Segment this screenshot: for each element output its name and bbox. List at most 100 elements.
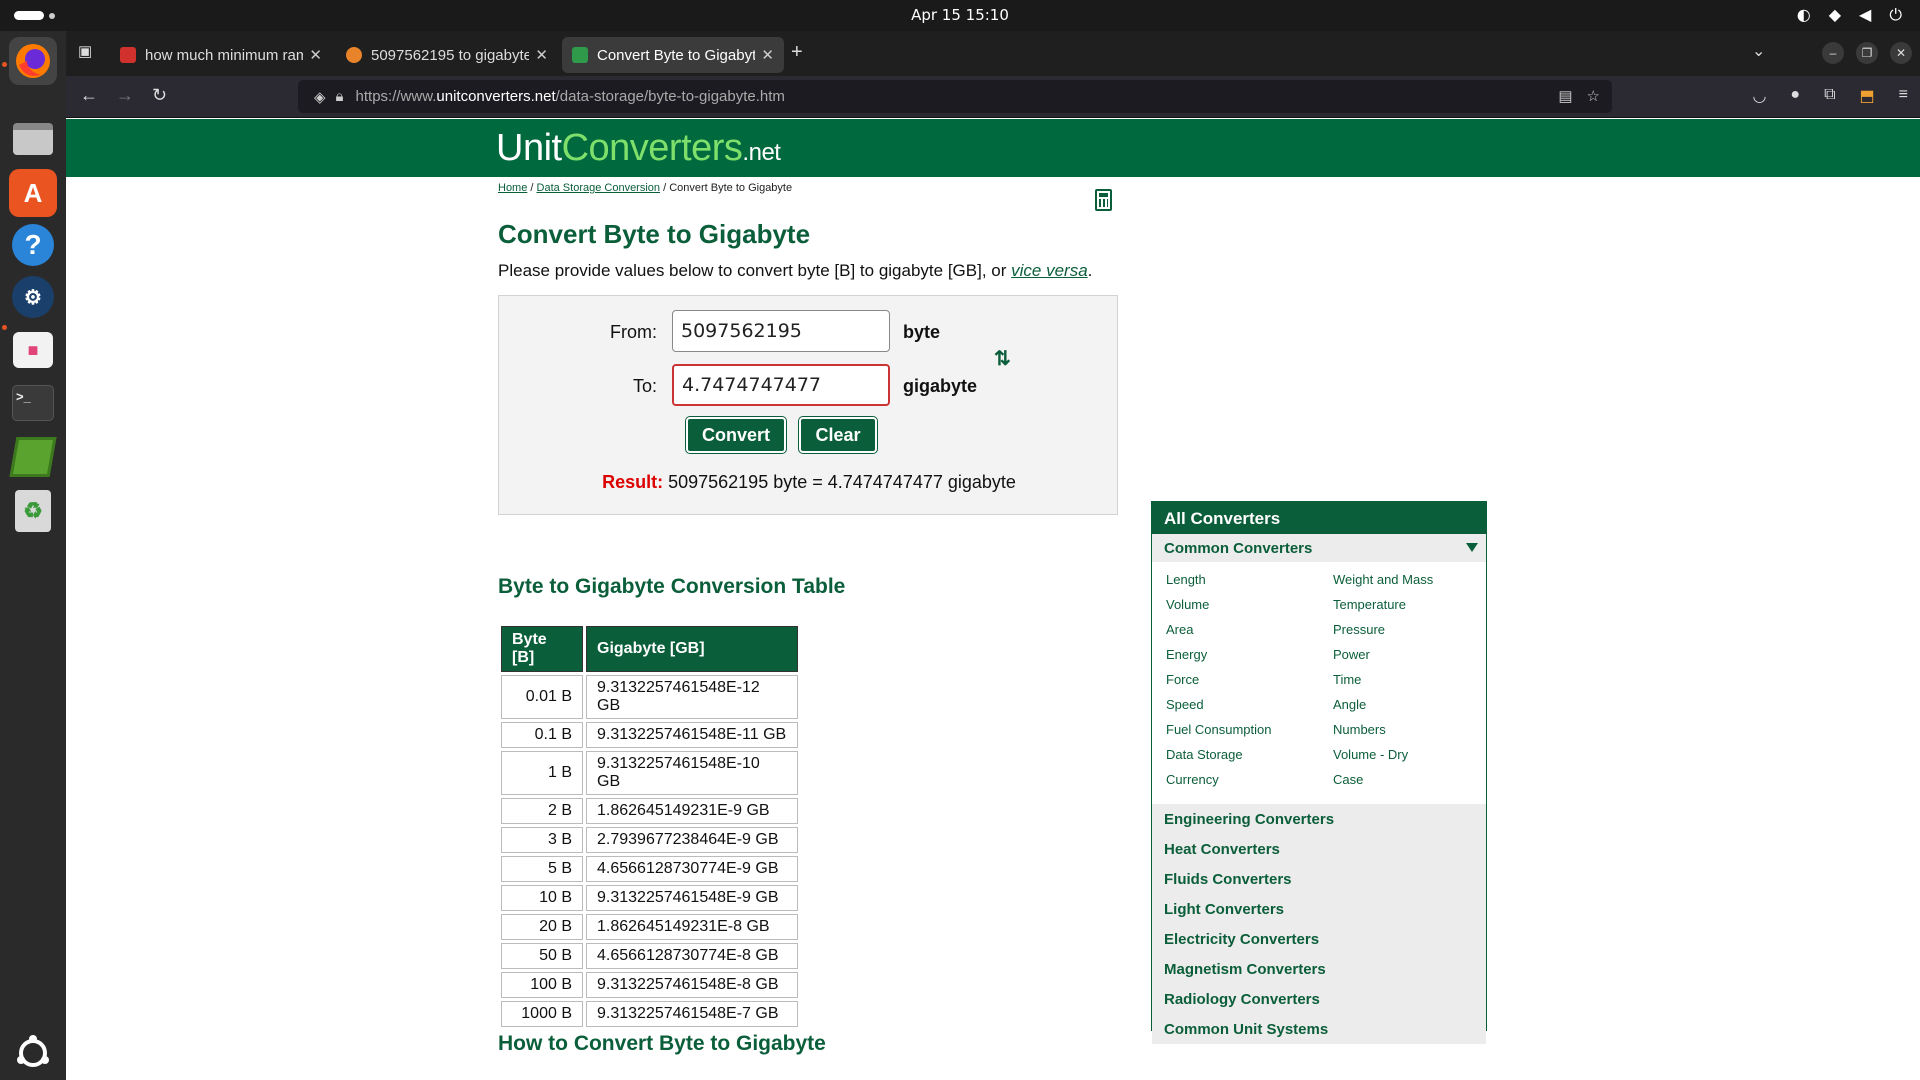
convert-button[interactable]: Convert <box>686 417 786 453</box>
lock-icon[interactable]: 🔒︎ <box>336 88 344 105</box>
reload-icon[interactable]: ↻ <box>152 85 167 106</box>
all-converters-heading[interactable]: All Converters <box>1152 502 1486 534</box>
converter-link[interactable]: Numbers <box>1333 722 1386 737</box>
account-icon[interactable]: ● <box>1790 86 1800 106</box>
power-icon[interactable]: ⏻ <box>1889 5 1902 25</box>
back-icon[interactable]: ← <box>80 85 98 106</box>
converter-link[interactable]: Fuel Consumption <box>1166 722 1272 737</box>
wifi-icon[interactable]: ◆ <box>1829 5 1841 25</box>
firefox-icon[interactable] <box>9 37 57 85</box>
byte-cell: 0.01 B <box>501 675 583 719</box>
converter-link[interactable]: Energy <box>1166 647 1207 662</box>
converter-link[interactable]: Pressure <box>1333 622 1385 637</box>
site-logo[interactable]: UnitConverters.net <box>496 127 781 170</box>
table-row: 100 B 9.3132257461548E-8 GB <box>501 972 798 998</box>
converter-link[interactable]: Currency <box>1166 772 1219 787</box>
gigabyte-cell: 9.3132257461548E-10 GB <box>586 751 798 795</box>
url-bar[interactable]: ◈ 🔒︎ https://www. unitconverters.net/data… <box>298 80 1612 113</box>
steam-icon[interactable]: ⚙ <box>9 273 57 321</box>
to-input[interactable] <box>672 364 890 406</box>
tab-ram[interactable]: how much minimum ram ✕ <box>110 37 332 73</box>
table-row: 2 B 1.862645149231E-9 GB <box>501 798 798 824</box>
minimize-icon[interactable]: – <box>1822 42 1844 64</box>
menu-icon[interactable]: ≡ <box>1899 86 1908 106</box>
new-tab-icon[interactable]: + <box>791 41 803 64</box>
byte-cell: 1000 B <box>501 1001 583 1027</box>
addon-icon[interactable]: ⬒ <box>1860 86 1875 106</box>
logo-net: .net <box>742 139 781 166</box>
trash-icon[interactable]: ♻ <box>9 487 57 535</box>
converter-category-link[interactable]: Magnetism Converters <box>1152 954 1486 984</box>
calculator-icon[interactable] <box>1095 189 1112 211</box>
converter-category-link[interactable]: Radiology Converters <box>1152 984 1486 1014</box>
column-header-gigabyte: Gigabyte [GB] <box>586 626 798 672</box>
url-host: unitconverters.net <box>436 88 556 105</box>
byte-cell: 1 B <box>501 751 583 795</box>
tab-close-icon[interactable]: ✕ <box>535 46 548 64</box>
converter-link[interactable]: Volume - Dry <box>1333 747 1408 762</box>
result-line: Result: 5097562195 byte = 4.7474747477 g… <box>499 472 1119 493</box>
shield-icon[interactable]: ◈ <box>314 88 326 106</box>
close-window-icon[interactable]: ✕ <box>1890 42 1912 64</box>
converter-link[interactable]: Weight and Mass <box>1333 572 1433 587</box>
firefox-view-icon[interactable]: ▣ <box>78 42 92 60</box>
clear-button[interactable]: Clear <box>799 417 877 453</box>
store-icon[interactable]: ■ <box>9 326 57 374</box>
byte-cell: 10 B <box>501 885 583 911</box>
converter-link[interactable]: Area <box>1166 622 1193 637</box>
system-tray[interactable]: ◐ ◆ ◀ ⏻ <box>1797 5 1902 25</box>
extensions-icon[interactable]: ⧉ <box>1824 86 1835 106</box>
tab-converter[interactable]: Convert Byte to Gigabyte ✕ <box>562 37 784 73</box>
gigabyte-cell: 2.7939677238464E-9 GB <box>586 827 798 853</box>
pocket-icon[interactable]: ◡ <box>1752 86 1766 106</box>
converter-category-link[interactable]: Fluids Converters <box>1152 864 1486 894</box>
steam-tray-icon[interactable]: ◐ <box>1797 5 1811 25</box>
converter-link[interactable]: Temperature <box>1333 597 1406 612</box>
from-input[interactable] <box>672 310 890 352</box>
converter-link[interactable]: Volume <box>1166 597 1209 612</box>
gigabyte-cell: 9.3132257461548E-12 GB <box>586 675 798 719</box>
converter-category-link[interactable]: Heat Converters <box>1152 834 1486 864</box>
system-clock[interactable]: Apr 15 15:10 <box>0 6 1920 24</box>
intro-body: Please provide values below to convert b… <box>498 261 1012 280</box>
volume-icon[interactable]: ◀ <box>1859 5 1871 25</box>
gigabyte-cell: 9.3132257461548E-7 GB <box>586 1001 798 1027</box>
forward-icon[interactable]: → <box>116 85 134 106</box>
vice-versa-link[interactable]: vice versa <box>1011 261 1088 280</box>
app-center-icon[interactable]: A <box>9 169 57 217</box>
chevron-down-icon[interactable]: ⌄ <box>1752 41 1765 61</box>
gigabyte-cell: 4.6566128730774E-9 GB <box>586 856 798 882</box>
logo-converters: Converters <box>561 127 743 169</box>
show-apps-icon[interactable] <box>9 1029 57 1077</box>
converter-link[interactable]: Force <box>1166 672 1199 687</box>
from-label: From: <box>610 322 657 342</box>
breadcrumb-section-link[interactable]: Data Storage Conversion <box>537 182 661 194</box>
converter-link[interactable]: Time <box>1333 672 1361 687</box>
converter-category-link[interactable]: Electricity Converters <box>1152 924 1486 954</box>
files-icon[interactable] <box>9 115 57 163</box>
swap-units-icon[interactable]: ⇅ <box>994 346 1011 371</box>
bookmark-star-icon[interactable]: ☆ <box>1587 87 1600 105</box>
table-row: 50 B 4.6566128730774E-8 GB <box>501 943 798 969</box>
converter-link[interactable]: Angle <box>1333 697 1366 712</box>
converter-link[interactable]: Speed <box>1166 697 1204 712</box>
restore-icon[interactable]: ❐ <box>1856 42 1878 64</box>
common-converters-toggle[interactable]: Common Converters <box>1152 534 1486 562</box>
tab-close-icon[interactable]: ✕ <box>761 46 774 64</box>
converter-category-link[interactable]: Common Unit Systems <box>1152 1014 1486 1044</box>
tab-search[interactable]: 5097562195 to gigabyte ✕ <box>336 37 558 73</box>
converter-category-link[interactable]: Light Converters <box>1152 894 1486 924</box>
minecraft-icon[interactable] <box>9 433 57 481</box>
breadcrumb-home-link[interactable]: Home <box>498 182 527 194</box>
reader-view-icon[interactable]: ▤ <box>1558 87 1572 105</box>
converter-link[interactable]: Data Storage <box>1166 747 1243 762</box>
converter-category-link[interactable]: Engineering Converters <box>1152 804 1486 834</box>
converter-link[interactable]: Case <box>1333 772 1363 787</box>
converter-link[interactable]: Power <box>1333 647 1370 662</box>
gigabyte-cell: 4.6566128730774E-8 GB <box>586 943 798 969</box>
terminal-icon[interactable]: >_ <box>9 379 57 427</box>
tab-title: 5097562195 to gigabyte <box>371 46 530 64</box>
converter-link[interactable]: Length <box>1166 572 1206 587</box>
help-icon[interactable]: ? <box>9 221 57 269</box>
tab-close-icon[interactable]: ✕ <box>309 46 322 64</box>
